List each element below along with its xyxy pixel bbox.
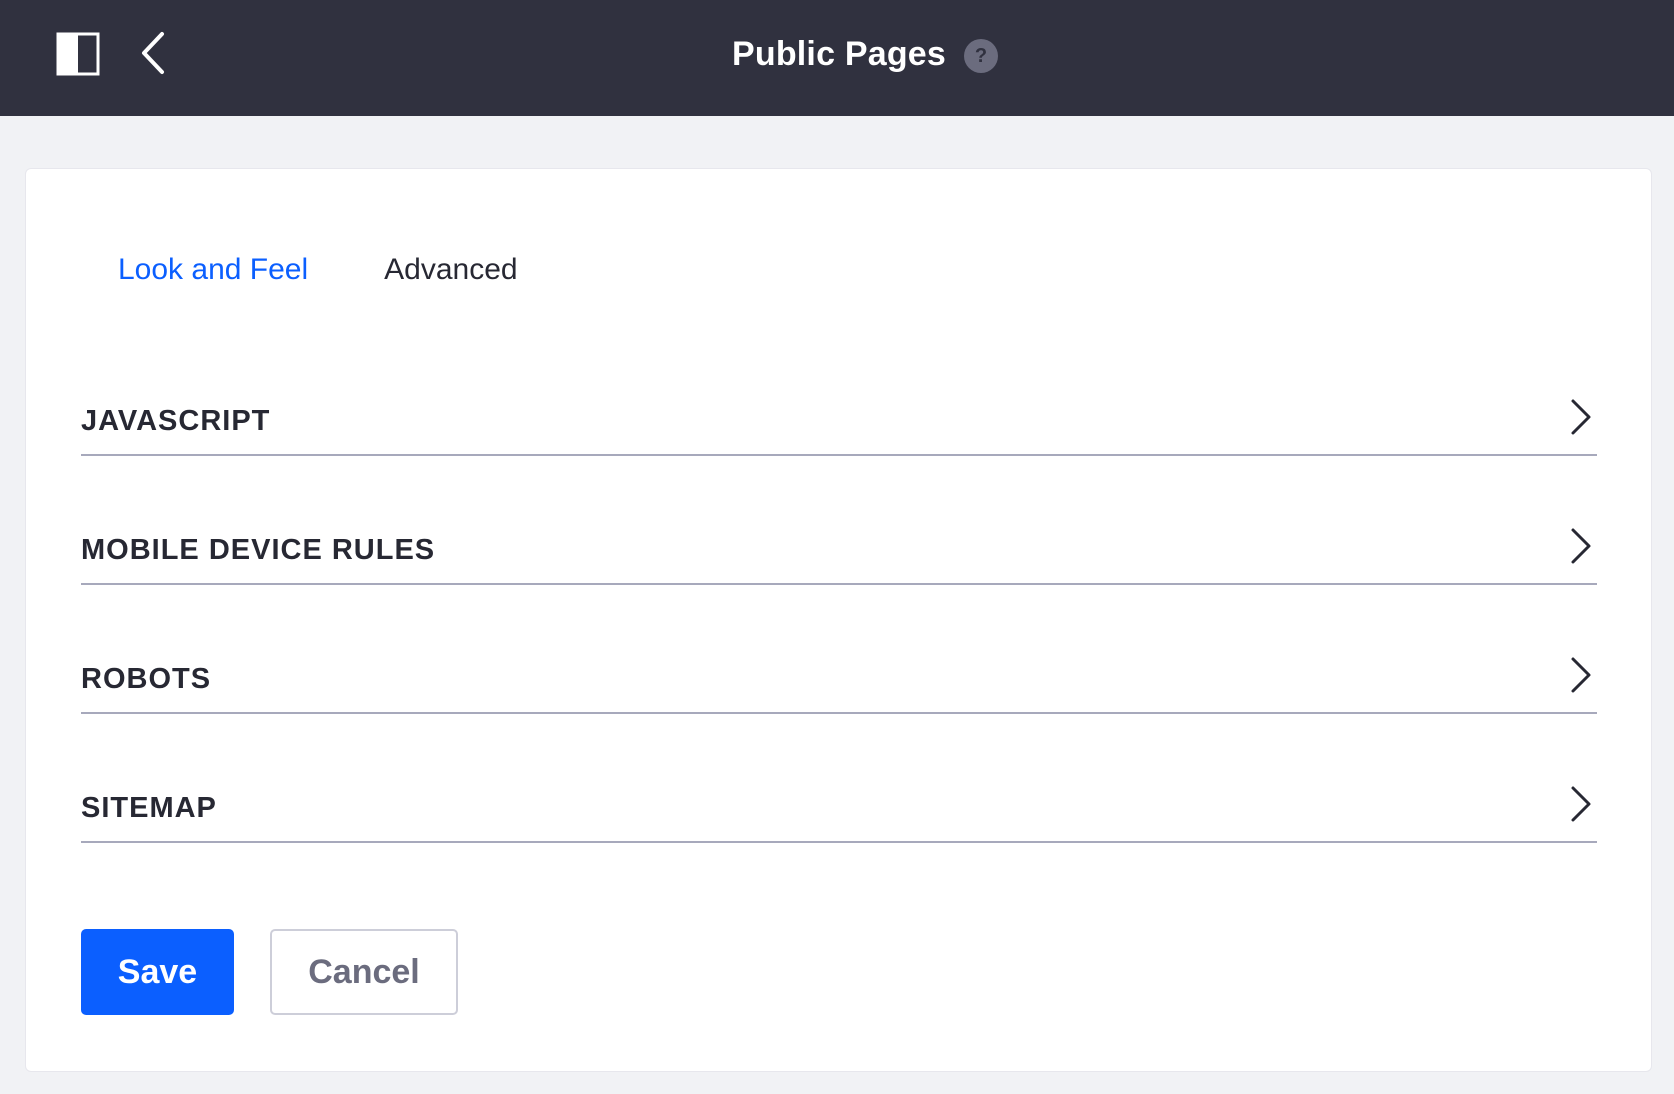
- save-button[interactable]: Save: [81, 929, 234, 1015]
- form-actions: Save Cancel: [81, 929, 458, 1015]
- tab-look-and-feel[interactable]: Look and Feel: [118, 253, 308, 287]
- section-label: JAVASCRIPT: [81, 405, 271, 437]
- chevron-right-icon: [1571, 786, 1591, 822]
- cancel-button[interactable]: Cancel: [270, 929, 458, 1015]
- settings-card: Look and Feel Advanced JAVASCRIPT MOBILE…: [25, 168, 1652, 1072]
- section-label: SITEMAP: [81, 792, 217, 824]
- chevron-right-icon: [1571, 657, 1591, 693]
- section-label: ROBOTS: [81, 663, 212, 695]
- tab-advanced[interactable]: Advanced: [384, 253, 517, 287]
- top-header-bar: Public Pages ?: [0, 0, 1674, 116]
- section-javascript[interactable]: JAVASCRIPT: [81, 359, 1597, 456]
- section-robots[interactable]: ROBOTS: [81, 585, 1597, 714]
- section-mobile-device-rules[interactable]: MOBILE DEVICE RULES: [81, 456, 1597, 585]
- chevron-right-icon: [1571, 399, 1591, 435]
- chevron-right-icon: [1571, 528, 1591, 564]
- section-label: MOBILE DEVICE RULES: [81, 534, 436, 566]
- section-sitemap[interactable]: SITEMAP: [81, 714, 1597, 843]
- tab-bar: Look and Feel Advanced: [118, 253, 518, 287]
- page-title: Public Pages: [731, 34, 947, 73]
- help-question-icon[interactable]: ?: [964, 39, 999, 73]
- title-area: Public Pages ?: [0, 0, 1674, 108]
- collapsible-sections: JAVASCRIPT MOBILE DEVICE RULES ROBOTS SI…: [81, 359, 1597, 843]
